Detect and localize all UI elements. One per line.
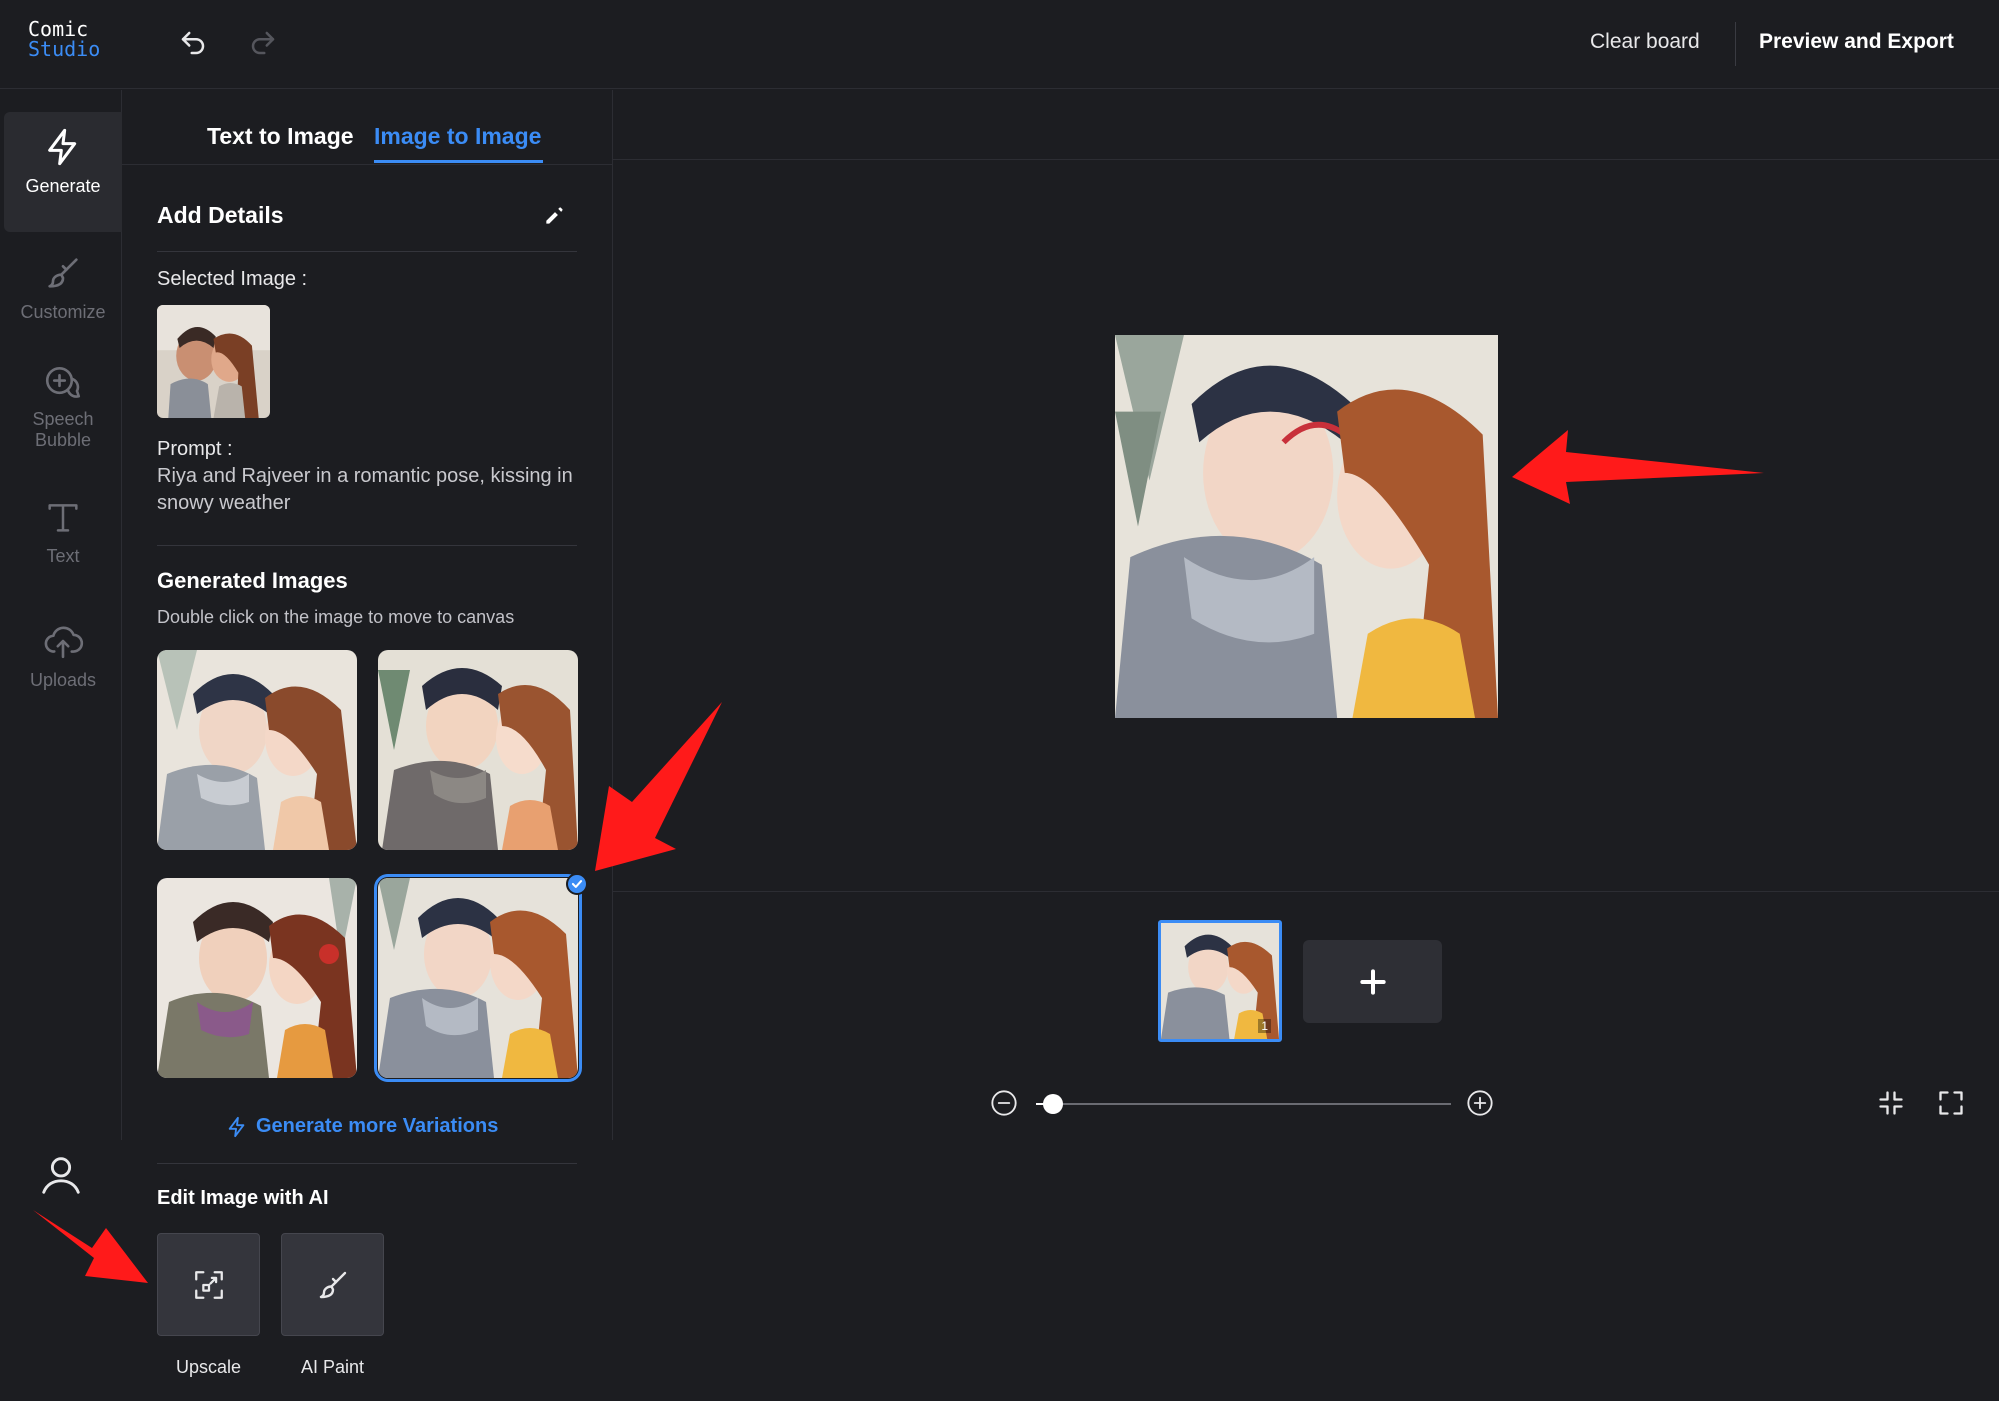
details-divider xyxy=(157,251,577,252)
fullscreen-icon xyxy=(1939,1091,1963,1115)
nav-generate[interactable]: Generate xyxy=(4,112,122,232)
selected-check-badge xyxy=(566,873,588,895)
canvas-panel-image[interactable] xyxy=(1115,335,1498,718)
speech-bubble-icon xyxy=(42,363,84,405)
page-number: 1 xyxy=(1258,1019,1271,1033)
prompt-label: Prompt : xyxy=(157,438,233,460)
lightning-icon xyxy=(228,1116,245,1137)
upload-cloud-icon xyxy=(42,620,84,662)
nav-label-uploads: Uploads xyxy=(29,670,97,690)
redo-icon xyxy=(251,31,275,55)
selected-image-label: Selected Image : xyxy=(157,268,308,290)
arrow-to-selected-image xyxy=(595,702,722,871)
tab-image-to-image[interactable]: Image to Image xyxy=(374,123,541,150)
logo-line-2: Studio xyxy=(28,37,101,61)
clear-board-button[interactable]: Clear board xyxy=(1590,30,1700,54)
zoom-slider-track[interactable] xyxy=(1036,1094,1451,1114)
logo-line-1: Comic xyxy=(28,17,89,41)
generated-image-1[interactable] xyxy=(157,650,357,850)
nav-customize[interactable]: Customize xyxy=(4,240,122,350)
zoom-out-icon xyxy=(991,1090,1017,1116)
zoom-in-icon xyxy=(1467,1090,1493,1116)
zoom-out-button[interactable] xyxy=(990,1089,1018,1117)
undo-icon xyxy=(181,31,205,55)
edit-image-ai-heading: Edit Image with AI xyxy=(157,1187,329,1209)
paint-brush-icon xyxy=(319,1271,346,1298)
lightning-icon xyxy=(42,126,84,168)
nav-text[interactable]: Text xyxy=(4,488,122,598)
upscale-icon xyxy=(194,1270,223,1299)
nav-uploads[interactable]: Uploads xyxy=(4,612,122,722)
upscale-button[interactable] xyxy=(157,1233,260,1336)
generate-more-variations-label: Generate more Variations xyxy=(256,1115,499,1137)
add-page-button[interactable] xyxy=(1303,940,1442,1023)
upscale-label: Upscale xyxy=(175,1357,242,1377)
generated-image-4-selected[interactable] xyxy=(374,874,582,1082)
panel-tabs: Text to Image Image to Image xyxy=(122,90,613,165)
nav-label-generate: Generate xyxy=(25,176,101,196)
generated-image-3[interactable] xyxy=(157,878,357,1078)
zoom-slider-thumb[interactable] xyxy=(1042,1094,1063,1114)
app-logo[interactable]: Comic Studio xyxy=(28,19,100,59)
selected-image-thumbnail xyxy=(157,305,270,418)
nav-speech-bubble[interactable]: Speech Bubble xyxy=(4,355,122,475)
user-icon xyxy=(42,1157,80,1194)
arrow-to-canvas xyxy=(1512,430,1764,504)
check-icon xyxy=(571,880,583,888)
canvas-toolbar-strip xyxy=(613,90,1999,160)
prompt-text: Riya and Rajveer in a romantic pose, kis… xyxy=(157,465,573,514)
active-tab-underline xyxy=(374,160,543,163)
ai-paint-label: AI Paint xyxy=(300,1357,365,1377)
nav-label-speech-bubble: Speech Bubble xyxy=(32,409,94,450)
nav-label-text: Text xyxy=(46,546,80,566)
header-divider xyxy=(1735,22,1736,66)
generated-image-2[interactable] xyxy=(378,650,578,850)
account-button[interactable] xyxy=(38,1152,84,1198)
add-details-heading: Add Details xyxy=(157,202,284,228)
zoom-in-button[interactable] xyxy=(1466,1089,1494,1117)
nav-label-customize: Customize xyxy=(20,302,106,322)
generate-panel: Text to Image Image to Image Add Details… xyxy=(122,90,613,1401)
pencil-icon xyxy=(546,207,563,224)
left-nav: Generate Customize Speech Bubble Text Up… xyxy=(0,90,122,1194)
generated-images-heading: Generated Images xyxy=(157,568,348,593)
panel-border xyxy=(612,90,613,1140)
variations-divider xyxy=(157,1163,577,1164)
canvas-pages-divider xyxy=(613,891,1999,892)
collapse-icon xyxy=(1879,1091,1903,1115)
preview-export-button[interactable]: Preview and Export xyxy=(1759,30,1954,54)
fullscreen-button[interactable] xyxy=(1937,1089,1965,1117)
redo-button[interactable] xyxy=(245,25,281,61)
plus-icon xyxy=(1359,968,1386,995)
edit-details-button[interactable] xyxy=(542,202,570,230)
page-thumbnail-1[interactable]: 1 xyxy=(1158,920,1282,1042)
generated-images-hint: Double click on the image to move to can… xyxy=(157,607,515,627)
exit-fullscreen-button[interactable] xyxy=(1877,1089,1905,1117)
top-bar: Comic Studio Clear board Preview and Exp… xyxy=(0,0,1999,89)
text-icon xyxy=(42,496,84,538)
tab-text-to-image[interactable]: Text to Image xyxy=(207,123,354,150)
undo-button[interactable] xyxy=(175,25,211,61)
brush-icon xyxy=(42,252,84,294)
ai-paint-button[interactable] xyxy=(281,1233,384,1336)
prompt-divider xyxy=(157,545,577,546)
generate-more-variations-button[interactable]: Generate more Variations xyxy=(226,1115,498,1138)
